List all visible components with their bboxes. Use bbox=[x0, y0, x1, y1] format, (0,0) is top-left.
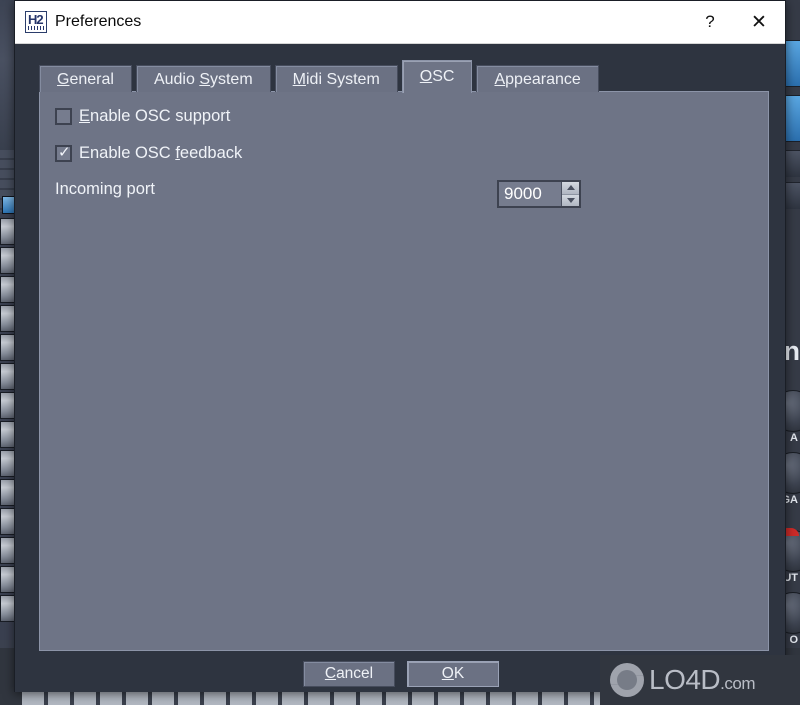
preferences-tabs: General Audio System Midi System OSC App… bbox=[39, 59, 603, 93]
chevron-down-icon bbox=[566, 197, 575, 203]
osc-settings-panel: Enable OSC support ✓ Enable OSC feedback… bbox=[39, 91, 769, 651]
cancel-button[interactable]: Cancel bbox=[303, 661, 395, 687]
tab-audio-system[interactable]: Audio System bbox=[135, 65, 271, 92]
incoming-port-spinbox[interactable] bbox=[497, 180, 581, 208]
incoming-port-input[interactable] bbox=[499, 182, 561, 206]
lo4d-watermark-text: LO4D.com bbox=[649, 664, 755, 696]
spinbox-up-button[interactable] bbox=[562, 182, 579, 195]
lo4d-watermark: LO4D.com bbox=[600, 655, 800, 705]
help-button[interactable]: ? bbox=[687, 1, 733, 43]
enable-osc-feedback-label[interactable]: Enable OSC feedback bbox=[79, 144, 242, 163]
enable-osc-feedback-checkbox[interactable]: ✓ bbox=[55, 144, 72, 162]
enable-osc-support-label[interactable]: Enable OSC support bbox=[79, 107, 230, 126]
logo-center bbox=[617, 670, 637, 690]
tab-appearance[interactable]: Appearance bbox=[476, 65, 599, 92]
lo4d-logo-icon bbox=[610, 663, 644, 697]
dialog-body: General Audio System Midi System OSC App… bbox=[15, 44, 785, 692]
background-knob-label: O bbox=[789, 634, 798, 646]
dialog-title: Preferences bbox=[55, 13, 142, 30]
spinbox-down-button[interactable] bbox=[562, 194, 579, 206]
tab-midi-system[interactable]: Midi System bbox=[274, 65, 398, 92]
close-button[interactable]: ✕ bbox=[733, 1, 785, 43]
incoming-port-row: Incoming port bbox=[55, 180, 755, 208]
checkmark-icon: ✓ bbox=[58, 144, 71, 161]
preferences-dialog: H2 Preferences ? ✕ General Audio System … bbox=[14, 0, 786, 692]
tab-osc[interactable]: OSC bbox=[401, 60, 473, 93]
watermark-brand: LO4D bbox=[649, 664, 721, 695]
background-knob-label: A bbox=[790, 432, 798, 444]
ok-button[interactable]: OK bbox=[407, 661, 499, 687]
enable-osc-support-row[interactable]: Enable OSC support bbox=[55, 107, 230, 126]
watermark-domain: .com bbox=[720, 674, 755, 693]
dialog-titlebar: H2 Preferences ? ✕ bbox=[15, 1, 785, 44]
tab-general[interactable]: General bbox=[39, 65, 132, 92]
app-icon-text: H2 bbox=[28, 12, 44, 27]
titlebar-controls: ? ✕ bbox=[687, 1, 785, 43]
enable-osc-support-checkbox[interactable] bbox=[55, 108, 72, 125]
app-icon-dots bbox=[28, 26, 44, 30]
enable-osc-feedback-row[interactable]: ✓ Enable OSC feedback bbox=[55, 144, 242, 163]
hydrogen-h2-icon: H2 bbox=[25, 11, 47, 33]
incoming-port-label: Incoming port bbox=[55, 180, 155, 198]
chevron-up-icon bbox=[566, 185, 575, 191]
spinbox-buttons bbox=[561, 182, 579, 206]
